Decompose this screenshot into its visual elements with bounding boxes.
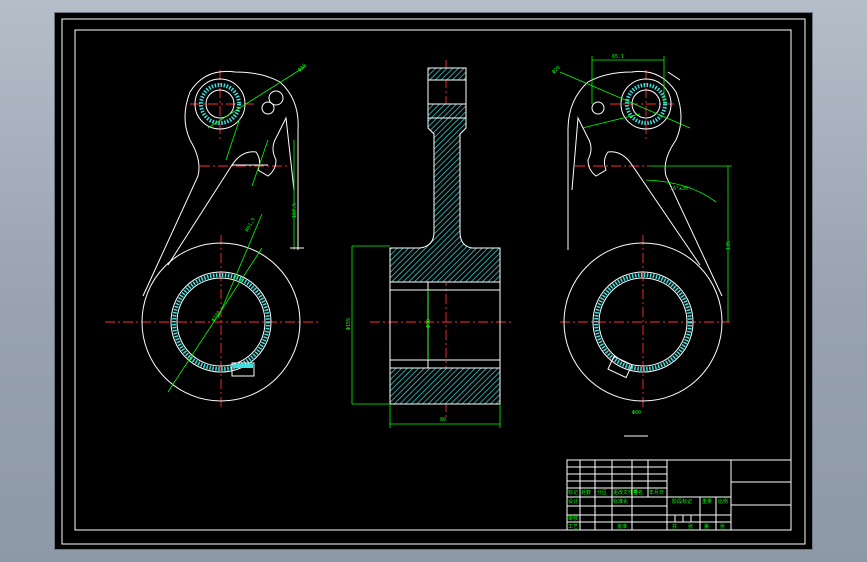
section-view: Φ155 Φ90 80 bbox=[346, 60, 512, 428]
section-arm-web bbox=[389, 117, 501, 283]
section-hub-bottom-hatch bbox=[389, 367, 501, 405]
front-dim-radius bbox=[217, 213, 263, 319]
tb-label-scale: 比例 bbox=[718, 498, 728, 505]
tb-label-standard: 标准化 bbox=[613, 498, 628, 505]
section-eye-top-hatch bbox=[427, 67, 467, 81]
tb-label-process: 工艺 bbox=[568, 524, 578, 530]
front-keyway-hatch bbox=[233, 364, 253, 368]
front-dim-slot bbox=[251, 139, 269, 187]
section-eye-bottom-hatch bbox=[427, 103, 467, 119]
front-dim-text-1: Φ30 bbox=[297, 63, 308, 74]
section-eye-bore bbox=[427, 79, 467, 105]
drawing-canvas[interactable]: Φ30 R61.5 107.5 Φ100 Φ155 Φ90 80 65.1 Φ2… bbox=[55, 13, 812, 549]
tb-label-sheets-2: 张 bbox=[720, 523, 725, 530]
rear-dim-text-2: Φ28 bbox=[551, 65, 562, 76]
front-arm-inner-cutout bbox=[167, 116, 295, 266]
tb-label-stage-mark: 阶段标记 bbox=[672, 498, 692, 505]
rear-small-hole bbox=[591, 101, 605, 115]
rear-view: 65.1 Φ28 16°±30' 135 Φ80 bbox=[551, 54, 732, 437]
rear-dim-radius bbox=[581, 113, 641, 129]
rear-dim-text-4: 135 bbox=[726, 241, 732, 250]
tb-label-review: 审核 bbox=[568, 515, 578, 522]
tb-label-weight: 重量 bbox=[702, 498, 712, 505]
rear-dim-text-5: Φ80 bbox=[632, 410, 641, 416]
title-block: 标记 处数 分区 更改文件号 签名 年月日 设计 标准化 阶段标记 重量 比例 … bbox=[566, 459, 792, 531]
tb-label-signature: 签名 bbox=[633, 489, 643, 496]
rear-dim-text-1: 65.1 bbox=[612, 54, 624, 60]
tb-label-date: 年月日 bbox=[649, 489, 664, 496]
tb-label-sheets-1: 张 bbox=[688, 523, 693, 530]
drawing-svg: Φ30 R61.5 107.5 Φ100 Φ155 Φ90 80 65.1 Φ2… bbox=[61, 18, 806, 545]
tb-label-design: 设计 bbox=[568, 498, 578, 505]
tb-label-total: 共 bbox=[672, 523, 677, 530]
section-dim-text-3: 80 bbox=[440, 417, 446, 423]
tb-label-sheet-no: 第 bbox=[704, 523, 709, 530]
front-view: Φ30 R61.5 107.5 Φ100 bbox=[105, 63, 320, 410]
tb-label-count: 处数 bbox=[581, 489, 591, 496]
section-dim-text-1: Φ155 bbox=[346, 318, 352, 330]
rear-view-arrow bbox=[667, 71, 681, 81]
front-dim-angle bbox=[225, 117, 241, 161]
front-dim-text-3: 107.5 bbox=[292, 203, 298, 218]
tb-label-zone: 分区 bbox=[597, 489, 607, 496]
tb-label-approve: 批准 bbox=[617, 523, 627, 530]
front-small-hole-2 bbox=[268, 90, 284, 106]
section-dim-text-2: Φ90 bbox=[426, 319, 432, 328]
section-hub-bore bbox=[389, 281, 501, 369]
tb-label-mark: 标记 bbox=[568, 489, 578, 496]
rear-dim-text-3: 16°±30' bbox=[670, 186, 691, 192]
